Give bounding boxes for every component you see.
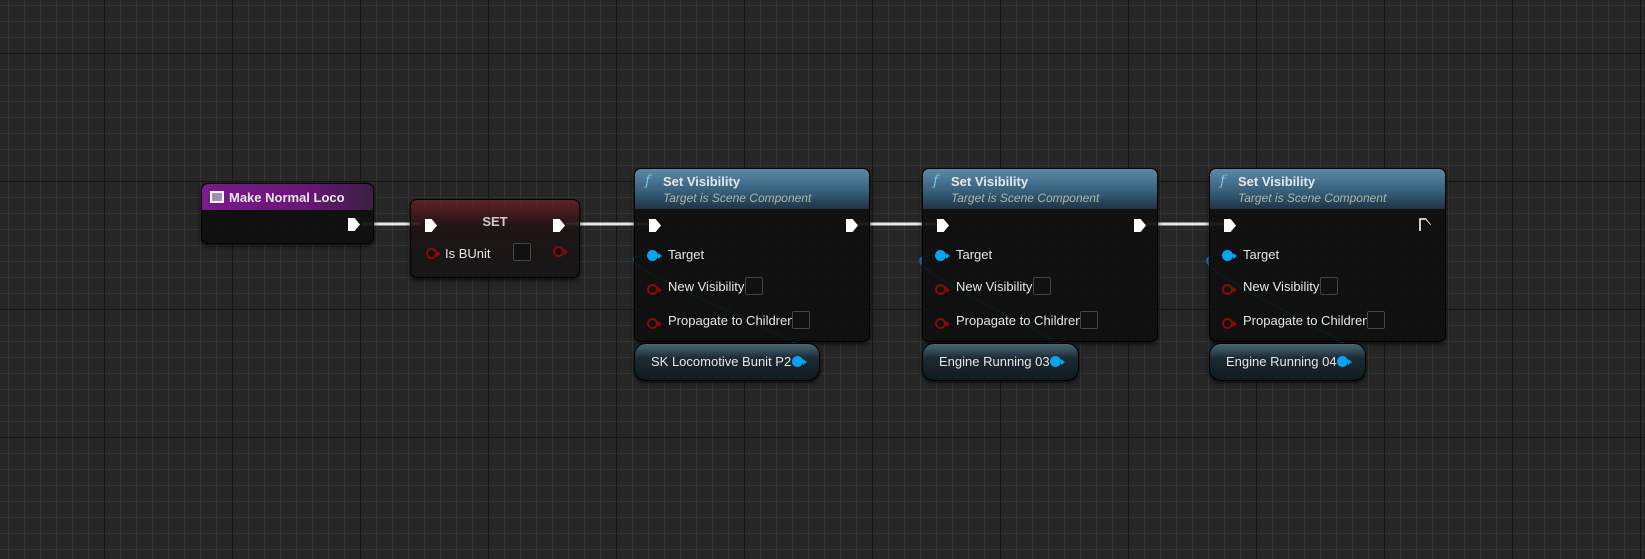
pin-label: Target	[956, 247, 993, 262]
set-visibility-node[interactable]: f Set Visibility Target is Scene Component…	[1209, 168, 1446, 342]
is-bunit-checkbox[interactable]	[513, 243, 531, 261]
exec-out-pin[interactable]	[1134, 219, 1146, 232]
pin-label: Target	[668, 247, 705, 262]
variable-node[interactable]: Engine Running 04	[1209, 343, 1366, 381]
node-title: Set Visibility	[951, 174, 1029, 189]
propagate-pin[interactable]	[1222, 318, 1237, 329]
function-icon: f	[645, 173, 651, 189]
propagate-checkbox[interactable]	[792, 311, 810, 329]
exec-in-pin[interactable]	[649, 219, 661, 232]
function-icon: f	[1220, 173, 1226, 189]
exec-out-pin[interactable]	[348, 218, 360, 231]
pin-label: New Visibility	[1243, 279, 1320, 294]
exec-out-pin-unconnected[interactable]	[1419, 218, 1431, 231]
variable-out-pin[interactable]	[1337, 356, 1352, 367]
propagate-pin[interactable]	[647, 318, 662, 329]
pin-label: Propagate to Children	[1243, 313, 1370, 328]
node-subtitle: Target is Scene Component	[951, 191, 1100, 205]
exec-out-pin[interactable]	[846, 219, 858, 232]
node-title: Set Visibility	[1238, 174, 1316, 189]
function-icon: f	[933, 173, 939, 189]
target-pin[interactable]	[935, 250, 950, 261]
target-pin[interactable]	[1222, 250, 1237, 261]
event-node-make-normal-loco[interactable]: Make Normal Loco	[201, 183, 374, 244]
bool-out-pin[interactable]	[553, 246, 568, 257]
new-visibility-checkbox[interactable]	[745, 277, 763, 295]
exec-in-pin[interactable]	[1224, 219, 1236, 232]
node-title: Set Visibility	[663, 174, 741, 189]
variable-out-pin[interactable]	[792, 356, 807, 367]
pin-label: Propagate to Children	[956, 313, 1083, 328]
new-visibility-pin[interactable]	[1222, 284, 1237, 295]
node-subtitle: Target is Scene Component	[1238, 191, 1387, 205]
node-subtitle: Target is Scene Component	[663, 191, 812, 205]
event-icon	[210, 191, 224, 203]
pin-label: Propagate to Children	[668, 313, 795, 328]
new-visibility-pin[interactable]	[935, 284, 950, 295]
propagate-checkbox[interactable]	[1367, 311, 1385, 329]
set-visibility-node[interactable]: f Set Visibility Target is Scene Component…	[634, 168, 870, 342]
new-visibility-pin[interactable]	[647, 284, 662, 295]
target-pin[interactable]	[647, 250, 662, 261]
set-visibility-node[interactable]: f Set Visibility Target is Scene Component…	[922, 168, 1158, 342]
variable-label: SK Locomotive Bunit P2	[651, 354, 792, 369]
new-visibility-checkbox[interactable]	[1320, 277, 1338, 295]
exec-in-pin[interactable]	[937, 219, 949, 232]
node-title: Make Normal Loco	[229, 189, 345, 205]
set-node[interactable]: SET Is BUnit	[410, 199, 580, 278]
variable-label: Engine Running 03	[939, 354, 1050, 369]
variable-label: Engine Running 04	[1226, 354, 1337, 369]
pin-label: New Visibility	[956, 279, 1033, 294]
pin-label: New Visibility	[668, 279, 745, 294]
variable-node[interactable]: SK Locomotive Bunit P2	[634, 343, 820, 381]
variable-out-pin[interactable]	[1050, 356, 1065, 367]
pin-label: Target	[1243, 247, 1280, 262]
variable-node[interactable]: Engine Running 03	[922, 343, 1079, 381]
new-visibility-checkbox[interactable]	[1033, 277, 1051, 295]
propagate-pin[interactable]	[935, 318, 950, 329]
propagate-checkbox[interactable]	[1080, 311, 1098, 329]
bool-in-pin[interactable]	[426, 248, 441, 259]
pin-label: Is BUnit	[445, 246, 491, 261]
